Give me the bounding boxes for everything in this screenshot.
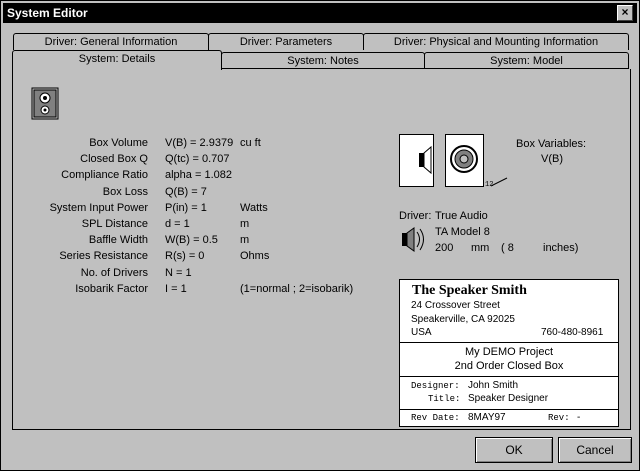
rev-date: 8MAY97 xyxy=(468,412,506,423)
tab-driver-physical-mounting[interactable]: Driver: Physical and Mounting Informatio… xyxy=(363,33,629,50)
designer-title-label: Title: xyxy=(428,394,461,404)
tab-label: Driver: Parameters xyxy=(239,36,333,48)
company-street: 24 Crossover Street xyxy=(411,300,500,311)
window-title: System Editor xyxy=(7,6,88,20)
company-city: Speakerville, CA 92025 xyxy=(411,314,515,325)
title-block: The Speaker Smith 24 Crossover Street Sp… xyxy=(399,279,619,427)
param-label: Isobarik Factor xyxy=(75,282,148,295)
driver-size-mm: 200 xyxy=(435,242,454,254)
rev-value: - xyxy=(577,412,581,423)
designer-name: John Smith xyxy=(468,380,519,391)
box-side-view-icon xyxy=(399,134,434,187)
param-value: N = 1 xyxy=(165,266,192,279)
param-value: W(B) = 0.5 xyxy=(165,234,218,247)
box-front-view-icon xyxy=(445,134,484,187)
param-value: Q(B) = 7 xyxy=(165,185,207,198)
revision-section: Rev Date: 8MAY97 Rev: - xyxy=(400,410,618,426)
designer-section: Designer: John Smith Title: Speaker Desi… xyxy=(400,377,618,410)
param-label: No. of Drivers xyxy=(80,266,148,279)
driver-label: Driver: xyxy=(399,210,432,222)
ok-button[interactable]: OK xyxy=(475,437,553,463)
driver-brand: True Audio xyxy=(435,210,488,222)
param-label: Series Resistance xyxy=(59,250,148,263)
project-subtitle: 2nd Order Closed Box xyxy=(454,360,564,372)
tab-system-notes[interactable]: System: Notes xyxy=(221,52,425,69)
param-value: alpha = 1.082 xyxy=(165,169,232,182)
project-section: My DEMO Project 2nd Order Closed Box xyxy=(400,343,618,377)
driver-model: TA Model 8 xyxy=(435,226,490,238)
param-value: P(in) = 1 xyxy=(165,201,207,214)
dimension-label: 12 xyxy=(485,181,494,189)
tab-label: Driver: Physical and Mounting Informatio… xyxy=(393,36,599,48)
param-label: Box Loss xyxy=(102,185,148,198)
speaker-icon xyxy=(31,87,59,120)
driver-mm-unit: mm xyxy=(471,242,490,254)
param-value: R(s) = 0 xyxy=(165,250,205,263)
designer-title: Speaker Designer xyxy=(468,393,549,404)
tab-system-model[interactable]: System: Model xyxy=(424,52,629,69)
tab-driver-parameters[interactable]: Driver: Parameters xyxy=(208,33,364,50)
param-label: System Input Power xyxy=(49,201,148,214)
rev-label: Rev: xyxy=(548,413,570,423)
param-value: I = 1 xyxy=(165,282,187,295)
tab-label: System: Notes xyxy=(287,55,359,67)
param-value: d = 1 xyxy=(165,218,190,230)
company-section: The Speaker Smith 24 Crossover Street Sp… xyxy=(400,280,618,343)
tab-system-details[interactable]: System: Details xyxy=(12,50,222,70)
box-variables-value: V(B) xyxy=(541,153,563,165)
system-editor-window: System Editor × Driver: General Informat… xyxy=(0,0,640,471)
box-variables-title: Box Variables: xyxy=(516,138,587,150)
param-label: Baffle Width xyxy=(88,234,148,247)
param-value: Q(tc) = 0.707 xyxy=(165,153,230,166)
tab-driver-general-information[interactable]: Driver: General Information xyxy=(13,33,209,50)
param-unit: Watts xyxy=(240,201,268,214)
driver-icon xyxy=(402,227,424,252)
driver-inches-unit: inches) xyxy=(543,242,579,254)
company-country: USA xyxy=(411,327,432,338)
cancel-button[interactable]: Cancel xyxy=(558,437,632,463)
param-unit: (1=normal ; 2=isobarik) xyxy=(240,282,354,295)
param-unit: m xyxy=(240,234,250,247)
project-name: My DEMO Project xyxy=(464,346,553,358)
param-value: V(B) = 2.9379 xyxy=(165,137,234,149)
company-name: The Speaker Smith xyxy=(412,283,527,298)
close-button[interactable]: × xyxy=(617,5,633,21)
tab-label: Driver: General Information xyxy=(44,36,178,48)
param-label: Box Volume xyxy=(89,137,148,149)
param-unit: cu ft xyxy=(240,137,261,149)
rev-date-label: Rev Date: xyxy=(411,413,460,423)
param-label: SPL Distance xyxy=(81,218,148,230)
designer-label: Designer: xyxy=(411,381,460,391)
title-bar[interactable]: System Editor × xyxy=(3,3,637,23)
driver-size-inches: ( 8 xyxy=(501,242,514,254)
param-label: Closed Box Q xyxy=(80,153,148,166)
param-unit: m xyxy=(240,218,250,230)
company-phone: 760-480-8961 xyxy=(541,327,604,338)
tab-label: System: Model xyxy=(490,55,563,67)
tab-label: System: Details xyxy=(78,53,156,65)
param-unit: Ohms xyxy=(240,250,270,263)
param-label: Compliance Ratio xyxy=(61,169,148,182)
